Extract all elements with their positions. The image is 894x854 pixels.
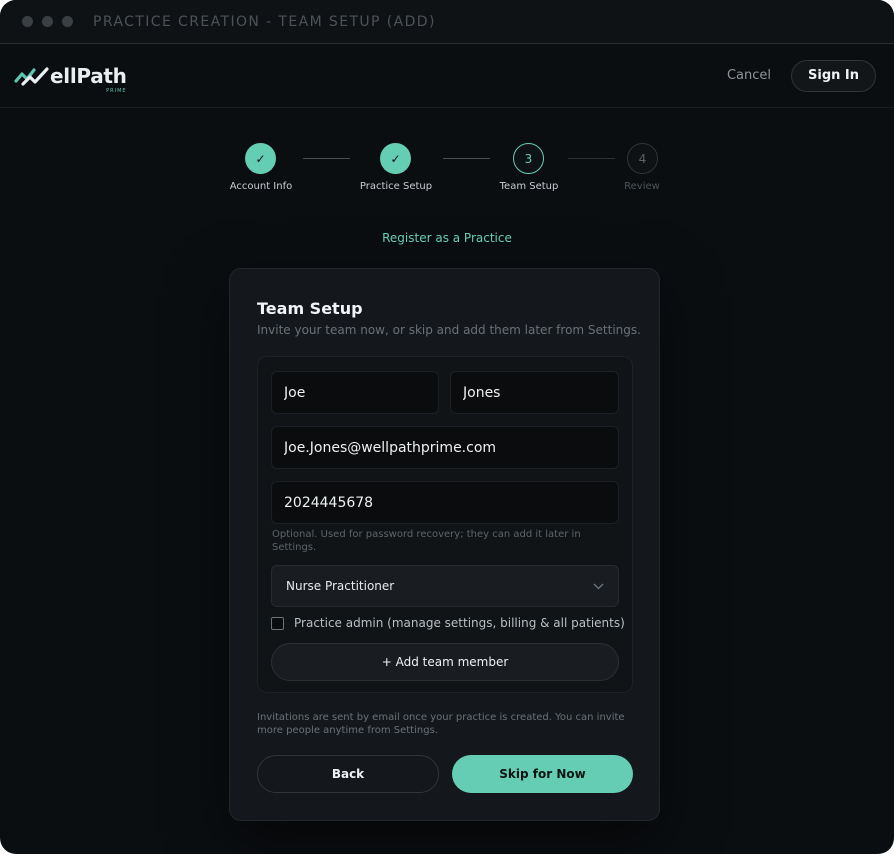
- close-window-dot[interactable]: [22, 16, 33, 27]
- practice-admin-option[interactable]: Practice admin (manage settings, billing…: [271, 616, 625, 630]
- step-connector: [443, 158, 490, 159]
- step-3-label: Team Setup: [499, 181, 559, 192]
- step-1-label: Account Info: [229, 181, 293, 192]
- brand-sub: PRIME: [106, 87, 127, 94]
- app-window: PRACTICE CREATION - TEAM SETUP (ADD) ell…: [0, 0, 894, 854]
- role-select[interactable]: Nurse Practitioner: [271, 565, 619, 607]
- step-connector: [303, 158, 350, 159]
- email-field[interactable]: [271, 426, 619, 469]
- role-select-value: Nurse Practitioner: [286, 579, 395, 593]
- sign-in-button[interactable]: Sign In: [791, 59, 876, 92]
- card-subtitle: Invite your team now, or skip and add th…: [257, 323, 641, 337]
- step-1-check-icon: ✓: [245, 143, 276, 174]
- phone-field[interactable]: [271, 481, 619, 524]
- team-setup-card: Team Setup Invite your team now, or skip…: [229, 268, 660, 821]
- chevron-down-icon: [593, 583, 604, 589]
- brand-w-mark-icon: [14, 66, 49, 86]
- step-4-label: Review: [624, 181, 660, 192]
- app-header: ellPath PRIME Cancel Sign In: [0, 44, 894, 108]
- skip-for-now-button[interactable]: Skip for Now: [452, 755, 633, 793]
- window-controls: [22, 16, 73, 27]
- step-2-label: Practice Setup: [359, 181, 433, 192]
- team-member-form: Optional. Used for password recovery; th…: [257, 356, 633, 693]
- back-button[interactable]: Back: [257, 755, 439, 793]
- card-title: Team Setup: [257, 299, 363, 318]
- last-name-field[interactable]: [450, 371, 619, 414]
- brand-logo[interactable]: ellPath PRIME: [14, 63, 127, 94]
- cancel-link[interactable]: Cancel: [727, 68, 771, 83]
- progress-stepper: ✓ Account Info ✓ Practice Setup 3 Team S…: [0, 143, 894, 203]
- maximize-window-dot[interactable]: [62, 16, 73, 27]
- step-3-indicator: 3: [513, 143, 544, 174]
- window-title: PRACTICE CREATION - TEAM SETUP (ADD): [93, 13, 436, 30]
- first-name-field[interactable]: [271, 371, 439, 414]
- brand-name: ellPath: [50, 63, 127, 88]
- invitation-note: Invitations are sent by email once your …: [257, 712, 625, 736]
- step-2-check-icon: ✓: [380, 143, 411, 174]
- phone-hint: Optional. Used for password recovery; th…: [272, 529, 581, 553]
- register-practice-link[interactable]: Register as a Practice: [0, 231, 894, 245]
- add-team-member-button[interactable]: + Add team member: [271, 643, 619, 681]
- practice-admin-checkbox[interactable]: [271, 616, 284, 630]
- step-4-indicator: 4: [627, 143, 658, 174]
- practice-admin-label: Practice admin (manage settings, billing…: [294, 616, 625, 630]
- minimize-window-dot[interactable]: [42, 16, 53, 27]
- step-connector: [568, 158, 615, 159]
- title-bar: PRACTICE CREATION - TEAM SETUP (ADD): [0, 0, 894, 44]
